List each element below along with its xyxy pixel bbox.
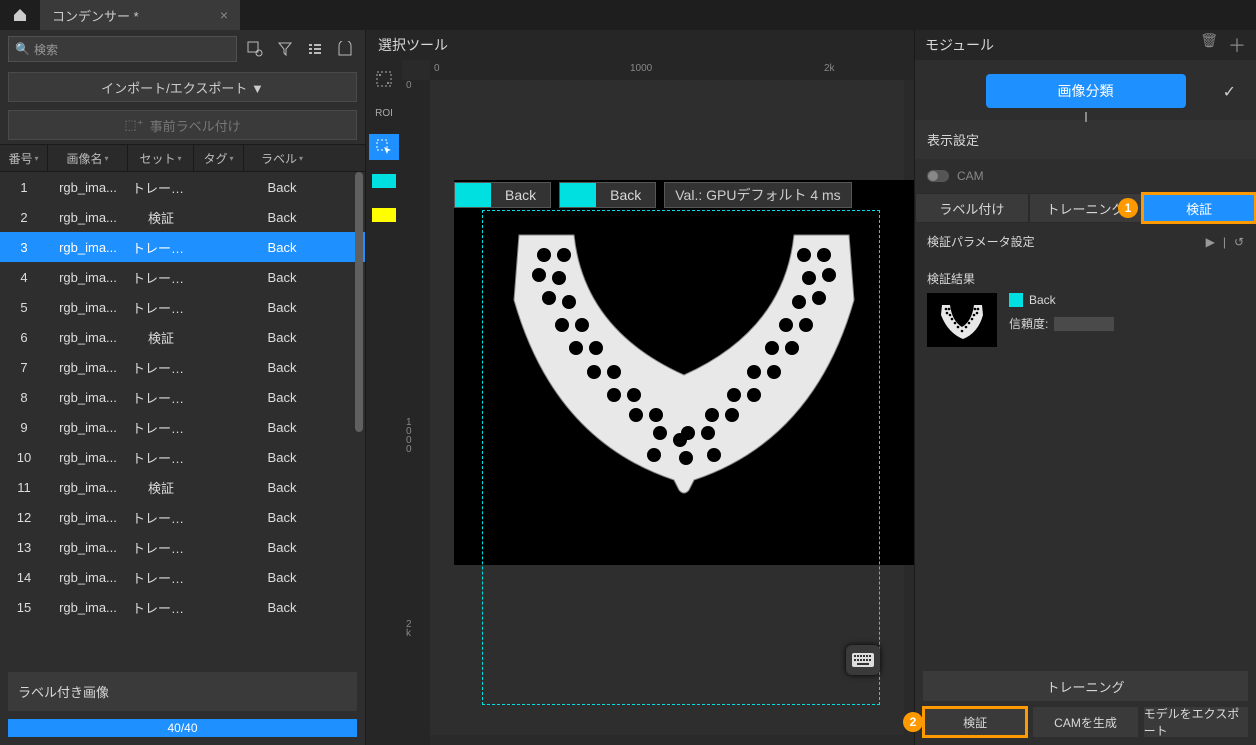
home-button[interactable]	[0, 0, 40, 30]
col-tag[interactable]: タグ▾	[194, 145, 244, 171]
swatch-cyan[interactable]	[369, 168, 399, 194]
col-label[interactable]: ラベル▾	[244, 145, 320, 171]
verify-result: 検証結果 Back 信頼度:	[915, 260, 1256, 357]
table-row[interactable]: 11rgb_ima...検証Back	[0, 472, 365, 502]
tool-roi[interactable]: ROI	[369, 100, 399, 126]
keyboard-icon[interactable]	[846, 645, 880, 675]
rows-scrollbar[interactable]	[355, 172, 363, 666]
tool-select[interactable]	[369, 134, 399, 160]
check-icon: ✓	[1223, 82, 1236, 102]
progress-text: 40/40	[8, 719, 357, 737]
table-row[interactable]: 14rgb_ima...トレーニ...Back	[0, 562, 365, 592]
verify-button[interactable]: 検証	[923, 707, 1027, 737]
swatch-yellow[interactable]	[369, 202, 399, 228]
add-icon[interactable]: ＋	[1228, 32, 1246, 58]
progress-bar: 40/40	[8, 719, 357, 737]
history-icon[interactable]: ↺	[1234, 235, 1244, 249]
play-icon[interactable]: ▶	[1206, 235, 1215, 249]
verify-param-header[interactable]: 検証パラメータ設定 ▶| ↺	[915, 223, 1256, 260]
import-export-button[interactable]: インポート/エクスポート ▼	[8, 72, 357, 102]
table-row[interactable]: 8rgb_ima...トレーニ...Back	[0, 382, 365, 412]
prediction-chip-1: Back	[454, 182, 551, 208]
image-rows: 1rgb_ima...トレーニ...Back2rgb_ima...検証Back3…	[0, 172, 365, 666]
tab-title: コンデンサー *	[52, 6, 139, 25]
tool-lasso[interactable]	[369, 66, 399, 92]
center-panel: 選択ツール ROI 0 1000 2k 0 1 0 0 0 2 k	[366, 30, 914, 745]
cam-toggle[interactable]: CAM	[915, 159, 1256, 193]
table-row[interactable]: 1rgb_ima...トレーニ...Back	[0, 172, 365, 202]
labeled-images-section: ラベル付き画像	[8, 672, 357, 711]
delete-icon[interactable]: 🗑	[1200, 32, 1218, 58]
search-placeholder: 検索	[34, 41, 58, 58]
result-thumbnail	[927, 293, 997, 347]
generate-cam-button[interactable]: CAMを生成	[1033, 707, 1137, 737]
prelabel-button[interactable]: ⬚⁺事前ラベル付け	[8, 110, 357, 140]
callout-2: 2	[903, 712, 923, 732]
table-row[interactable]: 7rgb_ima...トレーニ...Back	[0, 352, 365, 382]
callout-1: 1	[1118, 198, 1138, 218]
table-row[interactable]: 6rgb_ima...検証Back	[0, 322, 365, 352]
tab-label[interactable]: ラベル付け	[915, 193, 1029, 223]
table-row[interactable]: 5rgb_ima...トレーニ...Back	[0, 292, 365, 322]
confidence-label: 信頼度:	[1009, 315, 1048, 332]
package-icon[interactable]	[333, 37, 357, 61]
document-tab[interactable]: コンデンサー * ×	[40, 0, 240, 30]
training-button[interactable]: トレーニング	[923, 671, 1248, 701]
col-set[interactable]: セット▾	[128, 145, 194, 171]
right-panel: モジュール 🗑 ＋ 画像分類 ✓ 表示設定 CAM ラベル付け トレーニング 検…	[914, 30, 1256, 745]
export-model-button[interactable]: モデルをエクスポート	[1144, 707, 1248, 737]
result-color-swatch	[1009, 293, 1023, 307]
table-row[interactable]: 9rgb_ima...トレーニ...Back	[0, 412, 365, 442]
center-title: 選択ツール	[366, 30, 914, 60]
display-settings-header[interactable]: 表示設定	[915, 120, 1256, 159]
list-icon[interactable]	[303, 37, 327, 61]
tool-strip: ROI	[366, 60, 402, 745]
tab-verify[interactable]: 検証	[1142, 193, 1256, 223]
table-row[interactable]: 15rgb_ima...トレーニ...Back	[0, 592, 365, 622]
mode-tabs: ラベル付け トレーニング 検証 1	[915, 193, 1256, 223]
roi-rectangle[interactable]	[482, 210, 880, 705]
table-header: 番号▾ 画像名▾ セット▾ タグ▾ ラベル▾	[0, 144, 365, 172]
image-classification-node[interactable]: 画像分類	[986, 74, 1186, 108]
validation-info: Val.: GPUデフォルト 4 ms	[664, 182, 851, 208]
close-tab-icon[interactable]: ×	[220, 7, 228, 23]
table-row[interactable]: 4rgb_ima...トレーニ...Back	[0, 262, 365, 292]
table-row[interactable]: 10rgb_ima...トレーニ...Back	[0, 442, 365, 472]
table-row[interactable]: 3rgb_ima...トレーニ...Back	[0, 232, 365, 262]
funnel-icon[interactable]	[273, 37, 297, 61]
confidence-value	[1054, 317, 1114, 331]
ruler-horizontal: 0 1000 2k	[430, 60, 914, 80]
module-header: モジュール 🗑 ＋	[915, 30, 1256, 60]
search-input[interactable]: 🔍 検索	[8, 36, 237, 62]
prediction-chip-2: Back	[559, 182, 656, 208]
titlebar: コンデンサー * ×	[0, 0, 1256, 30]
result-title: 検証結果	[927, 270, 1244, 287]
result-label: Back	[1029, 293, 1056, 307]
table-row[interactable]: 2rgb_ima...検証Back	[0, 202, 365, 232]
col-number[interactable]: 番号▾	[0, 145, 48, 171]
table-row[interactable]: 12rgb_ima...トレーニ...Back	[0, 502, 365, 532]
left-panel: 🔍 検索 インポート/エクスポート ▼ ⬚⁺事前ラベル付け 番号▾ 画像名▾ セ…	[0, 30, 366, 745]
table-row[interactable]: 13rgb_ima...トレーニ...Back	[0, 532, 365, 562]
col-name[interactable]: 画像名▾	[48, 145, 128, 171]
viewport[interactable]: Back Back Val.: GPUデフォルト 4 ms	[430, 80, 904, 735]
ruler-vertical: 0 1 0 0 0 2 k	[402, 80, 430, 745]
filter-image-icon[interactable]	[243, 37, 267, 61]
